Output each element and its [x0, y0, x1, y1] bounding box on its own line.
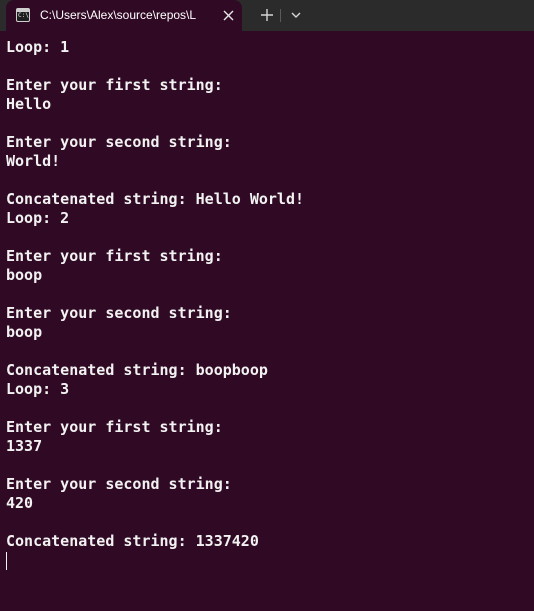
terminal-line: Enter your first string: — [6, 76, 223, 94]
terminal-line: Enter your second string: — [6, 475, 232, 493]
terminal-line: Loop: 1 — [6, 38, 70, 56]
terminal-output[interactable]: Loop: 1 Enter your first string: Hello Ente… — [6, 38, 526, 598]
terminal-line: 1337 — [6, 437, 43, 455]
close-icon — [223, 10, 234, 21]
tab-bar: C:\ C:\Users\Alex\source\repos\L — [0, 0, 534, 31]
terminal-line: World! — [6, 152, 61, 170]
terminal-line: boop — [6, 266, 43, 284]
console-app-icon: C:\ — [16, 8, 30, 22]
tab-title: C:\Users\Alex\source\repos\L — [40, 8, 197, 22]
terminal-window: C:\ C:\Users\Alex\source\repos\L Loop: 1… — [0, 0, 534, 611]
terminal-line: 420 — [6, 494, 34, 512]
terminal-line: Enter your first string: — [6, 247, 223, 265]
terminal-line: Enter your second string: — [6, 133, 232, 151]
terminal-line: Concatenated string: 1337420 — [6, 532, 259, 550]
terminal-line: Concatenated string: Hello World! — [6, 190, 305, 208]
console-glyph: C:\ — [18, 12, 29, 19]
terminal-line — [6, 551, 526, 570]
terminal-line: Loop: 2 — [6, 209, 70, 227]
terminal-line: Concatenated string: boopboop — [6, 361, 268, 379]
terminal-line: Enter your second string: — [6, 304, 232, 322]
terminal-line: boop — [6, 323, 43, 341]
chevron-down-icon — [291, 12, 301, 18]
terminal-line: Hello — [6, 95, 52, 113]
tab-bar-divider — [280, 9, 281, 22]
text-cursor — [6, 552, 7, 570]
terminal-line: Loop: 3 — [6, 380, 70, 398]
new-tab-button[interactable] — [256, 4, 278, 26]
plus-icon — [261, 9, 273, 21]
terminal-line: Enter your first string: — [6, 418, 223, 436]
terminal-tab[interactable]: C:\ C:\Users\Alex\source\repos\L — [6, 0, 242, 31]
profile-dropdown-button[interactable] — [285, 4, 307, 26]
close-tab-button[interactable] — [220, 7, 237, 24]
